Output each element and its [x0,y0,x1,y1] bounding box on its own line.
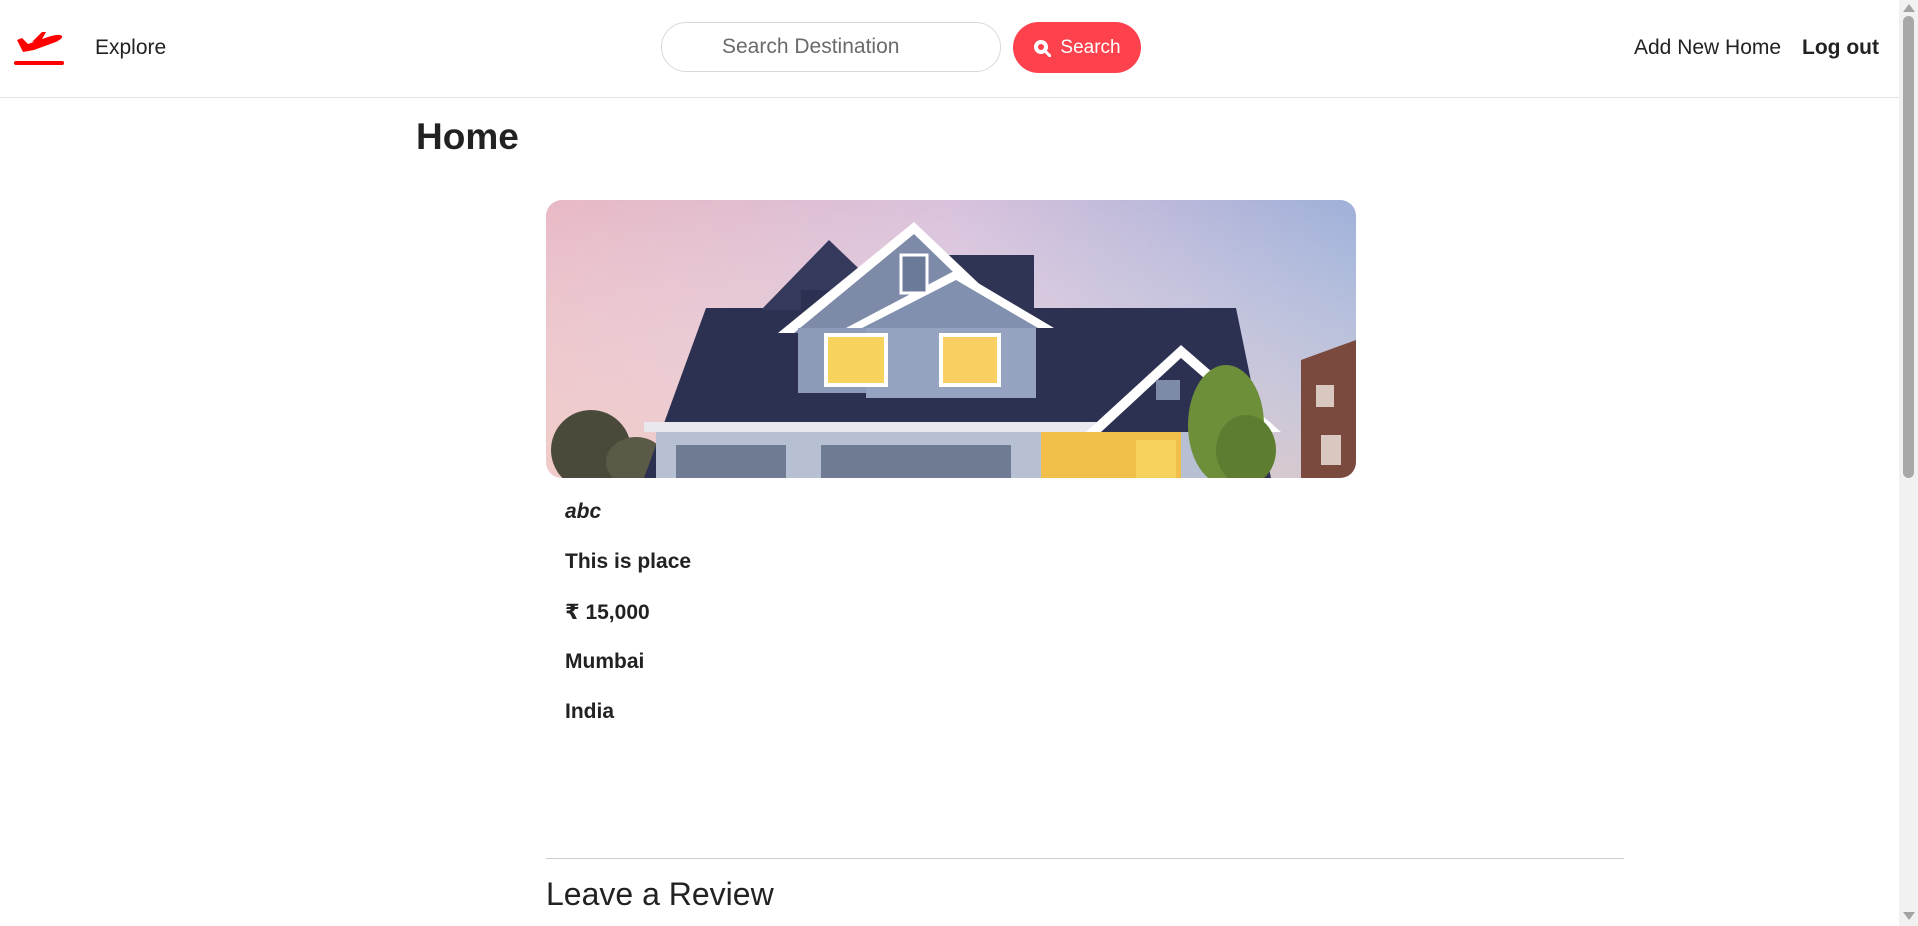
listing-country: India [565,700,615,723]
vertical-scrollbar[interactable] [1899,0,1918,926]
brand-logo[interactable] [14,28,66,66]
nav-explore-link[interactable]: Explore [95,36,166,60]
listing-image [546,200,1356,478]
listing-owner: abc [565,500,602,523]
navbar: Explore Search Add New Home Log out [0,0,1899,98]
logout-link[interactable]: Log out [1802,36,1879,60]
search-icon [1034,39,1052,57]
scroll-up-arrow-icon[interactable] [1903,4,1915,12]
search-button[interactable]: Search [1013,22,1141,73]
add-new-home-link[interactable]: Add New Home [1634,36,1781,60]
listing-location: Mumbai [565,650,645,673]
review-heading: Leave a Review [546,876,774,912]
section-divider [546,858,1624,859]
page-title: Home [416,116,519,157]
listing-description: This is place [565,550,692,573]
search-button-label: Search [1060,36,1121,58]
scroll-down-arrow-icon[interactable] [1903,912,1915,920]
search-input[interactable] [661,22,1001,72]
house-photo [546,200,1356,478]
listing-price: ₹ 15,000 [565,601,650,624]
scroll-thumb[interactable] [1903,16,1914,478]
plane-icon [14,32,64,65]
